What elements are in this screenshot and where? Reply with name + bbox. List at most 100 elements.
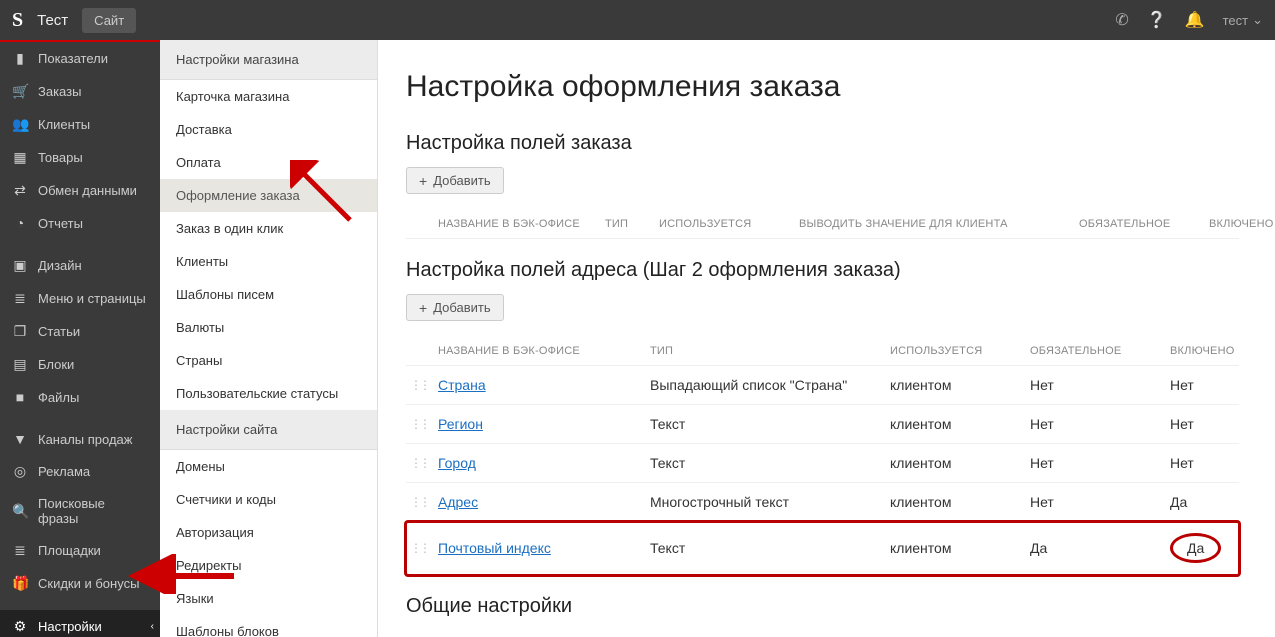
phone-icon[interactable]: ✆ bbox=[1115, 10, 1128, 30]
search-icon: 🔍 bbox=[12, 503, 28, 520]
drag-handle-icon[interactable]: ⋮⋮ bbox=[406, 378, 430, 392]
funnel-icon: ▼ bbox=[12, 431, 28, 447]
sidebar-item-label: Клиенты bbox=[38, 117, 90, 132]
sidebar-item-меню-и-страницы[interactable]: ≣Меню и страницы bbox=[0, 282, 160, 315]
gear-icon: ⚙ bbox=[12, 618, 28, 635]
field-enabled: Да bbox=[1170, 494, 1239, 510]
subnav-header: Настройки магазина bbox=[160, 40, 377, 80]
sidebar-item-label: Файлы bbox=[38, 390, 79, 405]
grid-icon: ▤ bbox=[12, 356, 28, 373]
drag-handle-icon[interactable]: ⋮⋮ bbox=[406, 495, 430, 509]
sidebar-item-label: Товары bbox=[38, 150, 83, 165]
sidebar: ▮ Показатели 🛒 Заказы 👥 Клиенты ▦ Товары ⇄Обмен … bbox=[0, 40, 160, 637]
section-address-fields-title: Настройка полей адреса (Шаг 2 оформления… bbox=[406, 259, 1239, 282]
field-enabled: Нет bbox=[1170, 377, 1239, 393]
subnav-item[interactable]: Клиенты bbox=[160, 245, 377, 278]
field-required: Нет bbox=[1030, 377, 1170, 393]
site-button[interactable]: Сайт bbox=[82, 8, 136, 33]
field-enabled: Да bbox=[1170, 533, 1239, 563]
cart-icon: 🛒 bbox=[12, 83, 28, 100]
sidebar-item-статьи[interactable]: ❐Статьи bbox=[0, 315, 160, 348]
add-order-field-button[interactable]: +Добавить bbox=[406, 167, 504, 194]
sidebar-item-заказы[interactable]: 🛒 Заказы bbox=[0, 75, 160, 108]
plus-icon: + bbox=[419, 301, 427, 315]
sidebar-item-label: Показатели bbox=[38, 51, 108, 66]
subnav-item[interactable]: Пользовательские статусы bbox=[160, 377, 377, 410]
sidebar-item-реклама[interactable]: ◎Реклама bbox=[0, 455, 160, 488]
sidebar-item-label: Обмен данными bbox=[38, 183, 137, 198]
sidebar-item-label: Меню и страницы bbox=[38, 291, 146, 306]
sidebar-item-поисковые-фразы[interactable]: 🔍Поисковые фразы bbox=[0, 488, 160, 534]
subnav-item[interactable]: Авторизация bbox=[160, 516, 377, 549]
help-icon[interactable]: ❔ bbox=[1147, 10, 1167, 30]
sidebar-item-клиенты[interactable]: 👥 Клиенты bbox=[0, 108, 160, 141]
subnav-item[interactable]: Редиректы bbox=[160, 549, 377, 582]
sidebar-item-label: Дизайн bbox=[38, 258, 82, 273]
logo-icon: S bbox=[12, 9, 23, 32]
subnav-item[interactable]: Страны bbox=[160, 344, 377, 377]
table-row: ⋮⋮АдресМногострочный текстклиентомНетДа bbox=[406, 483, 1239, 522]
bars-icon: ▮ bbox=[12, 50, 28, 67]
subnav-item[interactable]: Оформление заказа bbox=[160, 179, 377, 212]
gift-icon: 🎁 bbox=[12, 575, 28, 592]
sidebar-item-настройки[interactable]: ⚙Настройки‹ bbox=[0, 610, 160, 637]
sidebar-item-файлы[interactable]: ■Файлы bbox=[0, 381, 160, 413]
subnav-item[interactable]: Языки bbox=[160, 582, 377, 615]
sidebar-item-label: Настройки bbox=[38, 619, 102, 634]
sidebar-item-обмен-данными[interactable]: ⇄Обмен данными bbox=[0, 174, 160, 207]
people-icon: 👥 bbox=[12, 116, 28, 133]
add-address-field-button[interactable]: +Добавить bbox=[406, 294, 504, 321]
sidebar-item-площадки[interactable]: ≣Площадки bbox=[0, 534, 160, 567]
section-general-title: Общие настройки bbox=[406, 595, 1239, 618]
sidebar-item-блоки[interactable]: ▤Блоки bbox=[0, 348, 160, 381]
subnav-item[interactable]: Заказ в один клик bbox=[160, 212, 377, 245]
field-name-link[interactable]: Страна bbox=[438, 377, 486, 393]
subnav-item[interactable]: Шаблоны блоков bbox=[160, 615, 377, 637]
subnav-item[interactable]: Шаблоны писем bbox=[160, 278, 377, 311]
field-used: клиентом bbox=[890, 416, 1030, 432]
field-required: Да bbox=[1030, 540, 1170, 556]
subnav-item[interactable]: Счетчики и коды bbox=[160, 483, 377, 516]
subnav-item[interactable]: Валюты bbox=[160, 311, 377, 344]
boxes-icon: ▦ bbox=[12, 149, 28, 166]
bell-icon[interactable]: 🔔 bbox=[1185, 10, 1205, 30]
drag-handle-icon[interactable]: ⋮⋮ bbox=[406, 541, 430, 555]
field-name-link[interactable]: Регион bbox=[438, 416, 483, 432]
field-name-link[interactable]: Адрес bbox=[438, 494, 478, 510]
sidebar-item-label: Площадки bbox=[38, 543, 101, 558]
sidebar-item-дизайн[interactable]: ▣Дизайн bbox=[0, 249, 160, 282]
sidebar-item-label: Заказы bbox=[38, 84, 81, 99]
sidebar-item-label: Каналы продаж bbox=[38, 432, 132, 447]
subnav-item[interactable]: Доставка bbox=[160, 113, 377, 146]
field-used: клиентом bbox=[890, 377, 1030, 393]
field-enabled: Нет bbox=[1170, 455, 1239, 471]
subnav-item[interactable]: Карточка магазина bbox=[160, 80, 377, 113]
table-row: ⋮⋮РегионТекстклиентомНетНет bbox=[406, 405, 1239, 444]
field-required: Нет bbox=[1030, 494, 1170, 510]
drag-handle-icon[interactable]: ⋮⋮ bbox=[406, 417, 430, 431]
field-type: Текст bbox=[650, 540, 890, 556]
chevron-down-icon: ⌄ bbox=[1252, 12, 1263, 28]
sidebar-item-показатели[interactable]: ▮ Показатели bbox=[0, 42, 160, 75]
sidebar-item-label: Реклама bbox=[38, 464, 90, 479]
user-menu[interactable]: тест⌄ bbox=[1223, 12, 1263, 28]
sidebar-item-label: Отчеты bbox=[38, 216, 83, 231]
field-used: клиентом bbox=[890, 494, 1030, 510]
sidebar-item-каналы-продаж[interactable]: ▼ Каналы продаж bbox=[0, 423, 160, 455]
topbar: S Тест Сайт ✆ ❔ 🔔 тест⌄ bbox=[0, 0, 1275, 40]
sidebar-item-отчеты[interactable]: ◔Отчеты bbox=[0, 207, 160, 239]
drag-handle-icon[interactable]: ⋮⋮ bbox=[406, 456, 430, 470]
sidebar-item-label: Скидки и бонусы bbox=[38, 576, 139, 591]
subnav: Настройки магазинаКарточка магазинаДоста… bbox=[160, 40, 378, 637]
field-name-link[interactable]: Город bbox=[438, 455, 476, 471]
field-name-link[interactable]: Почтовый индекс bbox=[438, 540, 551, 556]
subnav-item[interactable]: Домены bbox=[160, 450, 377, 483]
sidebar-item-товары[interactable]: ▦ Товары bbox=[0, 141, 160, 174]
page-title: Настройка оформления заказа bbox=[406, 70, 1239, 104]
subnav-item[interactable]: Оплата bbox=[160, 146, 377, 179]
table-row: ⋮⋮Почтовый индексТекстклиентомДаДа bbox=[406, 522, 1239, 575]
sidebar-item-скидки-и-бонусы[interactable]: 🎁 Скидки и бонусы bbox=[0, 567, 160, 600]
plus-icon: + bbox=[419, 174, 427, 188]
table-row: ⋮⋮ГородТекстклиентомНетНет bbox=[406, 444, 1239, 483]
field-type: Выпадающий список "Страна" bbox=[650, 377, 890, 393]
